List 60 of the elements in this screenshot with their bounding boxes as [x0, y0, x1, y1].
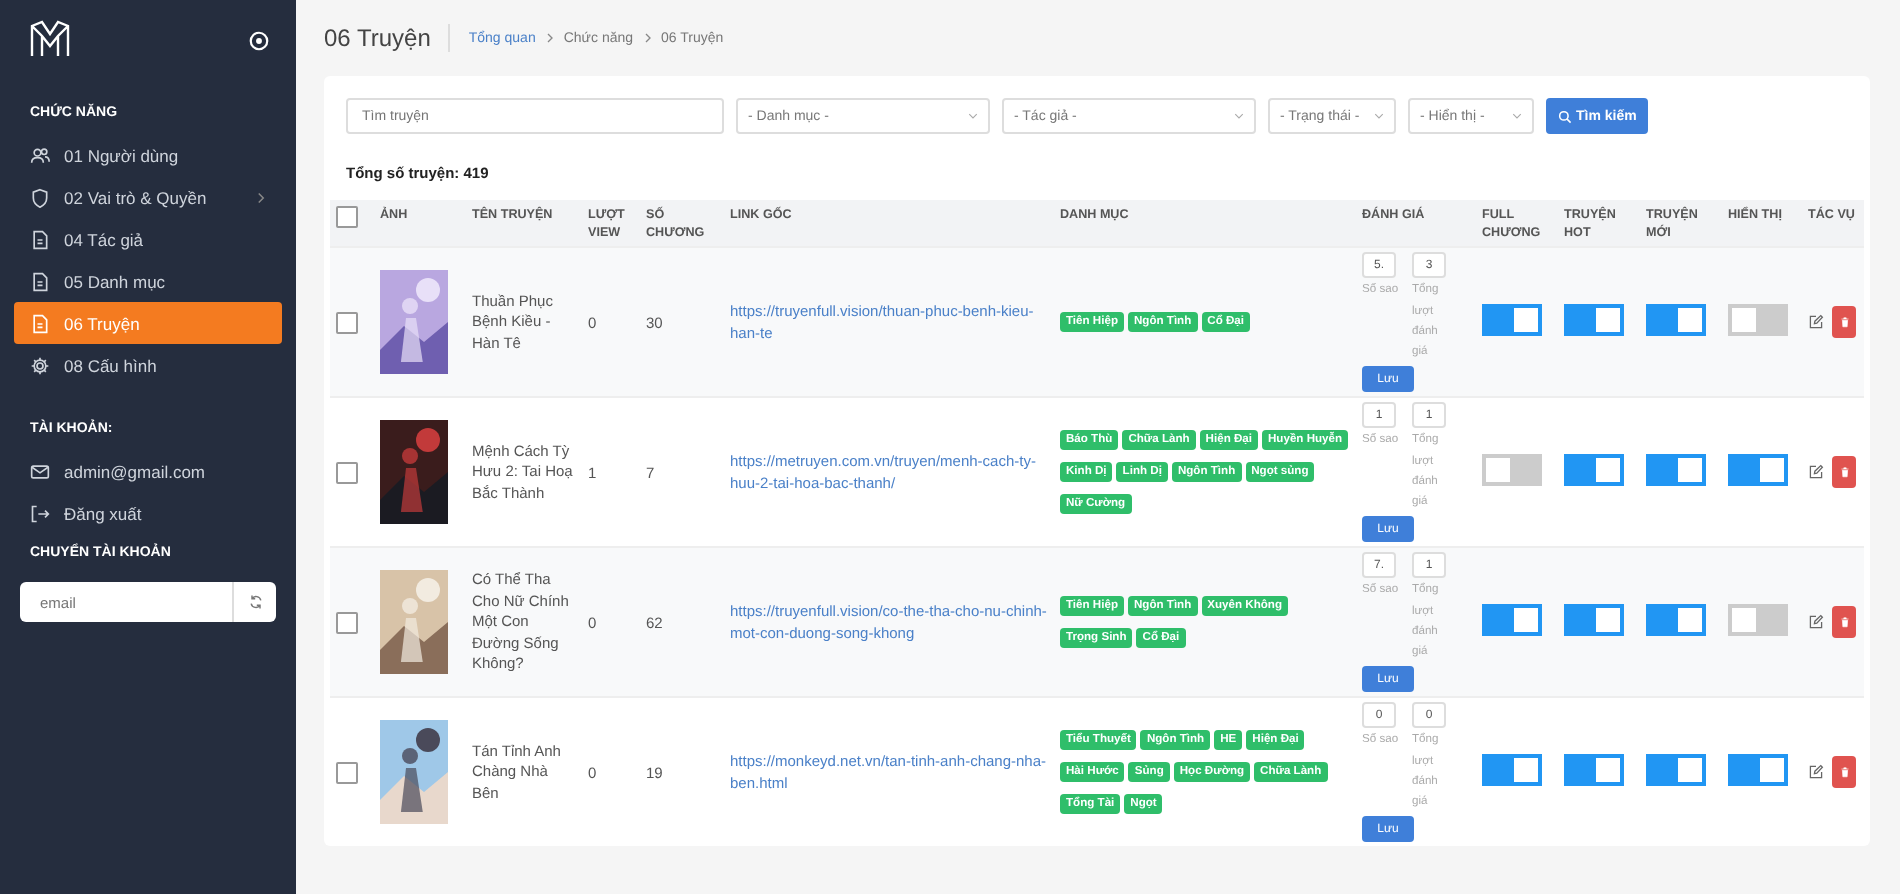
toggle-switch[interactable] [1482, 304, 1542, 337]
search-icon [1558, 109, 1572, 123]
sidebar-item[interactable]: 02 Vai trò & Quyền [14, 176, 282, 218]
sidebar-item[interactable]: 01 Người dùng [14, 134, 282, 176]
dropdown-caret-icon [1512, 112, 1522, 120]
toggle-switch[interactable] [1646, 604, 1706, 637]
trash-icon [1839, 766, 1849, 779]
dropdown-caret-icon [968, 112, 978, 120]
dropdown-caret-icon [1234, 112, 1244, 120]
toggle-switch[interactable] [1482, 604, 1542, 637]
trash-icon [1839, 466, 1849, 479]
chevron-icon [545, 32, 554, 44]
trash-icon [1839, 616, 1849, 629]
mail-icon [30, 461, 50, 481]
edit-icon[interactable] [1808, 614, 1824, 631]
chevron-icon [643, 32, 652, 44]
row-checkbox[interactable] [336, 461, 358, 484]
row-checkbox[interactable] [336, 761, 358, 784]
toggle-switch[interactable] [1646, 304, 1706, 337]
sidebar-item[interactable]: 04 Tác giả [14, 218, 282, 260]
toggle-switch[interactable] [1564, 454, 1624, 487]
chevron-icon [256, 191, 266, 203]
select-all-checkbox[interactable] [336, 206, 358, 228]
row-checkbox[interactable] [336, 611, 358, 634]
sidebar-item[interactable]: admin@gmail.com [14, 450, 282, 492]
toggle-switch[interactable] [1564, 604, 1624, 637]
toggle-switch[interactable] [1728, 304, 1788, 337]
sidebar-item[interactable]: 05 Danh mục [14, 260, 282, 302]
refresh-button[interactable] [232, 582, 276, 622]
sidebar-item[interactable]: Đăng xuất [14, 492, 282, 534]
toggle-switch[interactable] [1564, 304, 1624, 337]
dropdown-caret-icon [1374, 112, 1384, 120]
gear-icon [30, 355, 50, 375]
logout-icon [30, 503, 50, 523]
toggle-switch[interactable] [1728, 604, 1788, 637]
delete-button[interactable] [1832, 756, 1856, 789]
row-checkbox[interactable] [336, 311, 358, 334]
document-icon [30, 271, 50, 291]
edit-icon[interactable] [1808, 314, 1824, 331]
toggle-switch[interactable] [1646, 754, 1706, 787]
toggle-switch[interactable] [1482, 454, 1542, 487]
shield-icon [30, 187, 50, 207]
delete-button[interactable] [1832, 456, 1856, 489]
page-title: 06 Truyện [324, 24, 451, 52]
edit-icon[interactable] [1808, 764, 1824, 781]
target-icon[interactable] [248, 29, 270, 51]
toggle-switch[interactable] [1646, 454, 1706, 487]
delete-button[interactable] [1832, 606, 1856, 639]
toggle-switch[interactable] [1482, 754, 1542, 787]
toggle-switch[interactable] [1564, 754, 1624, 787]
sidebar-item[interactable]: 08 Cấu hình [14, 344, 282, 386]
users-icon [30, 145, 50, 165]
toggle-switch[interactable] [1728, 454, 1788, 487]
toggle-switch[interactable] [1728, 754, 1788, 787]
refresh-icon [247, 594, 263, 610]
edit-icon[interactable] [1808, 464, 1824, 481]
document-icon [30, 229, 50, 249]
delete-button[interactable] [1832, 306, 1856, 339]
trash-icon [1839, 316, 1849, 329]
document-icon [30, 313, 50, 333]
